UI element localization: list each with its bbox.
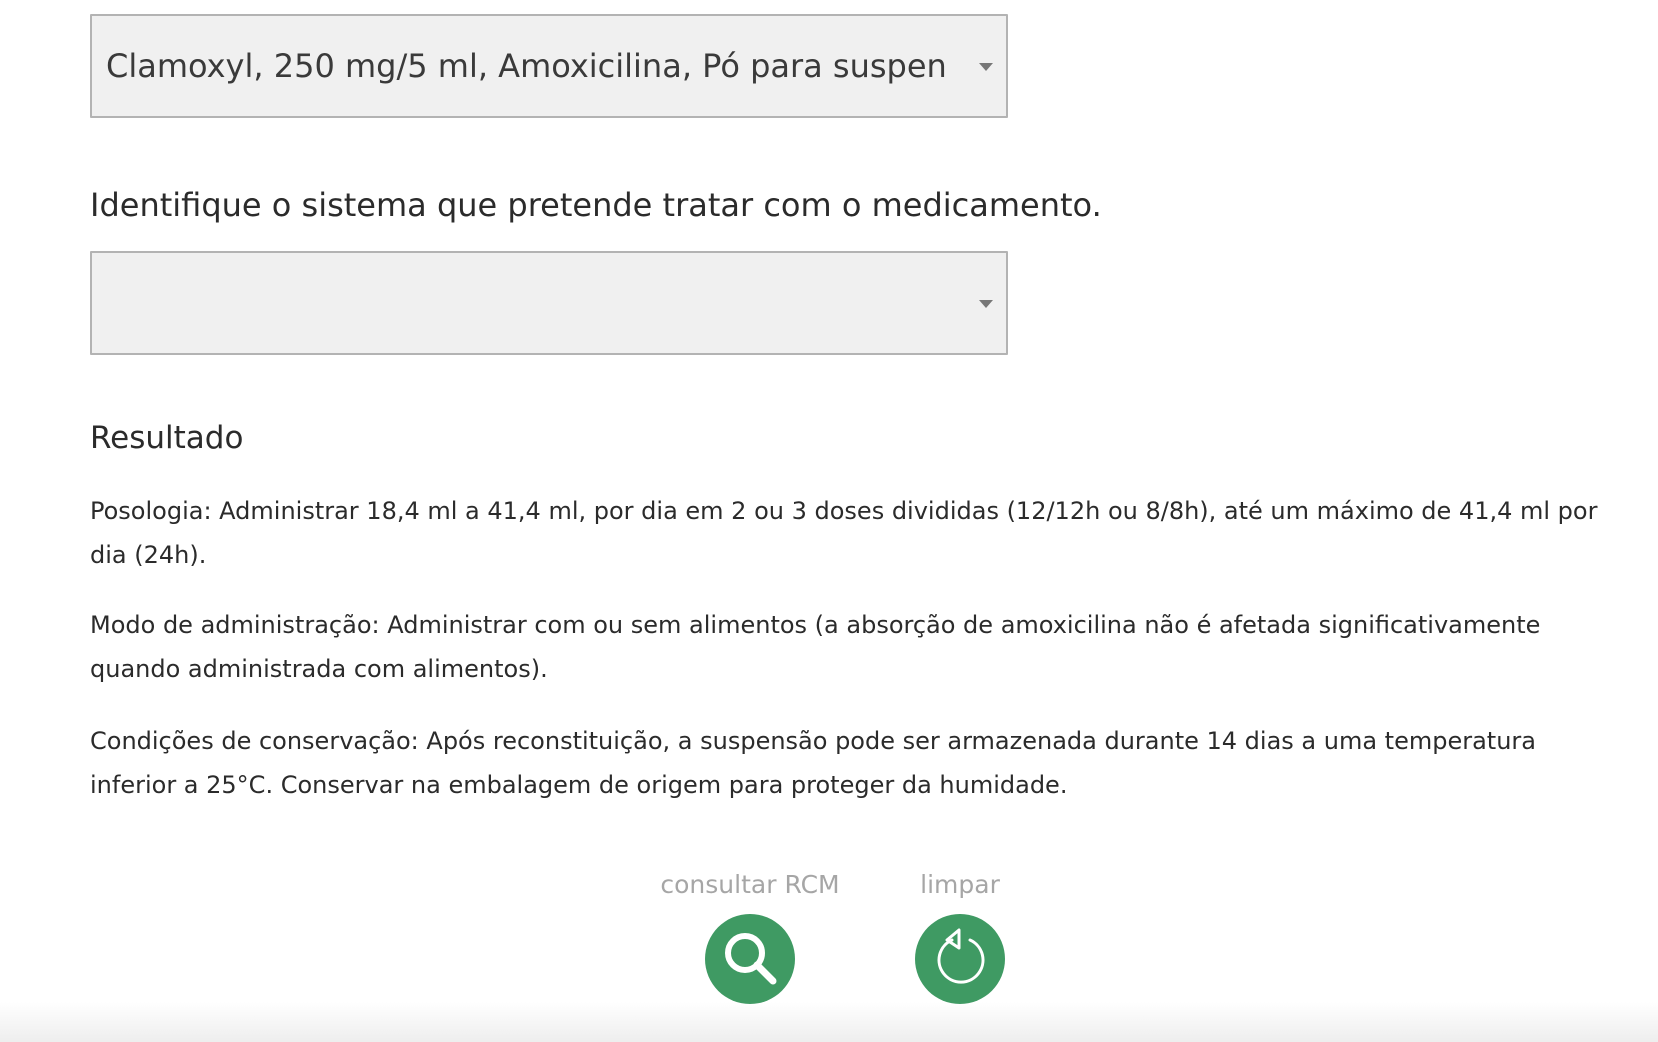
system-question: Identifique o sistema que pretende trata…	[90, 186, 1102, 224]
medication-select[interactable]: Clamoxyl, 250 mg/5 ml, Amoxicilina, Pó p…	[90, 14, 1008, 118]
chevron-down-icon	[979, 300, 993, 308]
consultar-rcm-label: consultar RCM	[660, 870, 840, 899]
limpar-label: limpar	[920, 870, 1000, 899]
result-posologia: Posologia: Administrar 18,4 ml a 41,4 ml…	[90, 497, 1598, 569]
bottom-shadow	[0, 1002, 1658, 1042]
limpar-button[interactable]: limpar	[880, 868, 1040, 1004]
calculator-page: Clamoxyl, 250 mg/5 ml, Amoxicilina, Pó p…	[0, 0, 1658, 1042]
search-icon[interactable]	[705, 914, 795, 1004]
reset-icon[interactable]	[915, 914, 1005, 1004]
medication-select-value: Clamoxyl, 250 mg/5 ml, Amoxicilina, Pó p…	[106, 47, 946, 85]
system-select[interactable]	[90, 251, 1008, 355]
result-modo-administracao: Modo de administração: Administrar com o…	[90, 611, 1541, 683]
chevron-down-icon	[979, 63, 993, 71]
result-title: Resultado	[90, 420, 244, 456]
consultar-rcm-button[interactable]: consultar RCM	[650, 868, 850, 1004]
result-conservacao: Condições de conservação: Após reconstit…	[90, 727, 1536, 799]
